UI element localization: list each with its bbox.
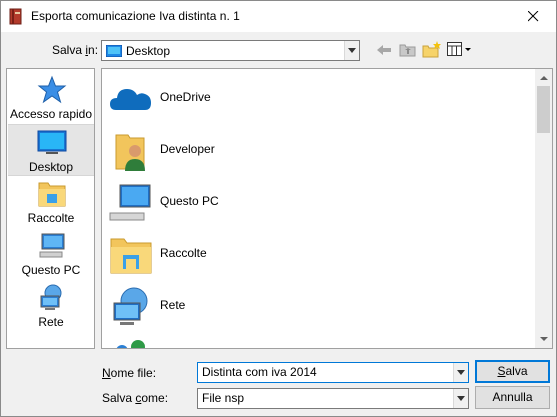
desktop-icon [37,130,67,154]
back-arrow-icon[interactable] [376,43,392,57]
up-folder-icon[interactable] [399,42,416,57]
close-button[interactable] [510,1,556,32]
save-type-label: Salva come: [102,391,169,405]
vertical-scrollbar[interactable] [535,69,552,348]
save-in-label: Salva in: [52,43,99,57]
save-type-combobox[interactable]: File nsp [197,388,469,409]
list-item[interactable]: Developer [108,125,528,175]
new-folder-icon[interactable] [422,41,442,58]
filename-combobox[interactable]: Distinta com iva 2014 [197,362,469,383]
homegroup-icon [116,340,145,348]
list-item-partial[interactable] [108,333,528,348]
cloud-icon [110,89,151,110]
save-in-value: Desktop [126,44,171,58]
place-this-pc[interactable]: Questo PC [8,228,94,280]
save-type-value: File nsp [202,391,245,405]
save-button[interactable]: Salva [475,360,550,383]
computer-icon [109,184,151,221]
chevron-down-icon[interactable] [453,363,468,382]
desktop-icon [106,45,122,57]
library-folder-icon [110,238,152,274]
close-icon [528,11,539,22]
list-item[interactable]: Questo PC [108,177,528,227]
app-book-icon [9,8,22,25]
save-dialog: Esporta comunicazione Iva distinta n. 1 … [0,0,557,417]
list-item[interactable]: Rete [108,281,528,331]
scroll-up-button[interactable] [535,69,552,86]
chevron-down-icon[interactable] [344,41,359,60]
view-menu-icon[interactable] [447,42,473,57]
chevron-down-icon[interactable] [453,389,468,408]
network-icon [113,287,148,325]
title-bar[interactable]: Esporta comunicazione Iva distinta n. 1 [1,1,556,32]
computer-icon [39,233,65,258]
list-item[interactable]: OneDrive [108,73,528,123]
library-folder-icon [38,182,66,207]
cancel-button[interactable]: Annulla [475,386,550,409]
place-quick-access[interactable]: Accesso rapido [8,72,94,124]
place-libraries[interactable]: Raccolte [8,176,94,228]
filename-label: Nome file: [102,366,157,380]
network-icon [40,284,62,310]
user-folder-icon [115,134,145,171]
star-icon [37,75,67,104]
place-network[interactable]: Rete [8,280,94,332]
save-in-combobox[interactable]: Desktop [101,40,360,61]
filename-input[interactable]: Distinta com iva 2014 [202,365,317,379]
list-item[interactable]: Raccolte [108,229,528,279]
file-list[interactable]: OneDrive Developer Questo PC Raccolte Re… [101,68,553,349]
place-desktop[interactable]: Desktop [8,124,94,176]
scroll-down-button[interactable] [535,331,552,348]
scroll-thumb[interactable] [537,86,550,133]
window-title: Esporta comunicazione Iva distinta n. 1 [31,9,240,23]
places-bar: Accesso rapido Desktop Raccolte Questo P… [6,68,95,349]
